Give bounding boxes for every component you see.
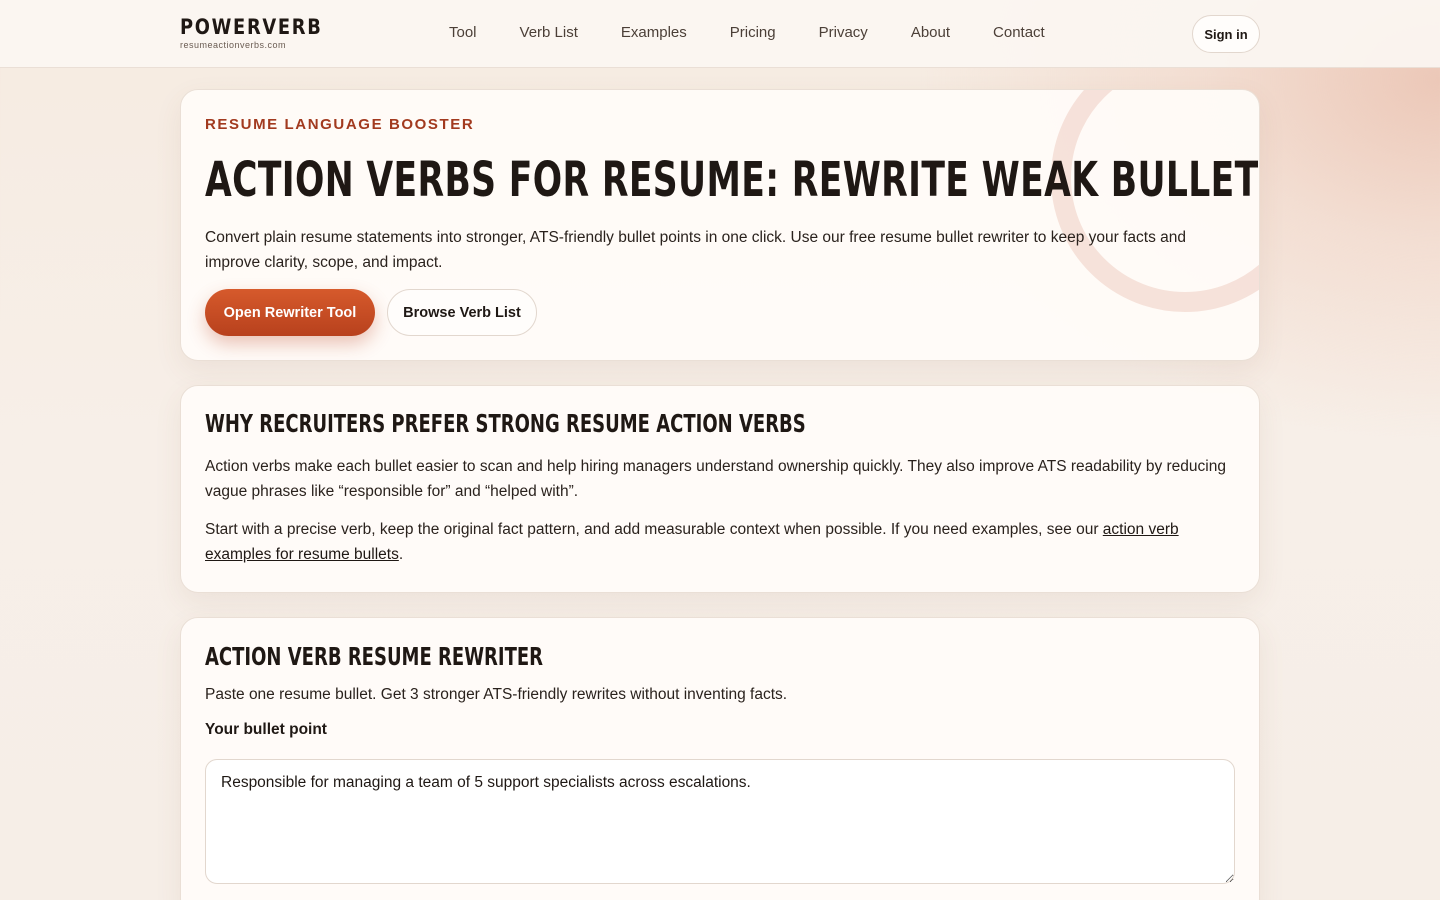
- why-paragraph-2: Start with a precise verb, keep the orig…: [205, 517, 1237, 567]
- browse-verb-list-button[interactable]: Browse Verb List: [387, 289, 537, 336]
- rewriter-description: Paste one resume bullet. Get 3 stronger …: [205, 686, 788, 703]
- bullet-point-label: Your bullet point: [205, 721, 327, 738]
- nav-link-privacy[interactable]: Privacy: [819, 22, 868, 44]
- why-paragraph-2-end: .: [398, 546, 404, 563]
- main-nav: Tool Verb List Examples Pricing Privacy …: [449, 22, 1045, 44]
- rewriter-card: ACTION VERB RESUME REWRITER Paste one re…: [180, 617, 1260, 900]
- bullet-point-input[interactable]: Responsible for managing a team of 5 sup…: [205, 759, 1235, 884]
- hero-description: Convert plain resume statements into str…: [205, 229, 1186, 271]
- hero-card: RESUME LANGUAGE BOOSTER ACTION VERBS FOR…: [180, 89, 1260, 361]
- open-rewriter-tool-button[interactable]: Open Rewriter Tool: [205, 289, 375, 336]
- brand-domain: resumeactionverbs.com: [180, 40, 287, 50]
- nav-link-contact[interactable]: Contact: [993, 22, 1045, 44]
- why-paragraph-2-text: Start with a precise verb, keep the orig…: [205, 521, 1103, 538]
- top-navigation-bar: POWERVERB resumeactionverbs.com Tool Ver…: [0, 0, 1440, 68]
- nav-link-about[interactable]: About: [911, 22, 950, 44]
- why-paragraph-1: Action verbs make each bullet easier to …: [205, 458, 1226, 500]
- brand-name: POWERVERB: [180, 15, 323, 39]
- nav-link-verb-list[interactable]: Verb List: [520, 22, 578, 44]
- nav-link-tool[interactable]: Tool: [449, 22, 477, 44]
- why-section-title: WHY RECRUITERS PREFER STRONG RESUME ACTI…: [205, 409, 806, 438]
- nav-link-examples[interactable]: Examples: [621, 22, 687, 44]
- brand-logo[interactable]: POWERVERB resumeactionverbs.com: [180, 14, 348, 50]
- rewriter-title: ACTION VERB RESUME REWRITER: [205, 642, 544, 671]
- hero-eyebrow: RESUME LANGUAGE BOOSTER: [205, 116, 475, 133]
- sign-in-button[interactable]: Sign in: [1192, 15, 1260, 53]
- page-title: ACTION VERBS FOR RESUME: REWRITE WEAK BU…: [205, 152, 1259, 208]
- nav-link-pricing[interactable]: Pricing: [730, 22, 776, 44]
- why-recruiters-card: WHY RECRUITERS PREFER STRONG RESUME ACTI…: [180, 385, 1260, 593]
